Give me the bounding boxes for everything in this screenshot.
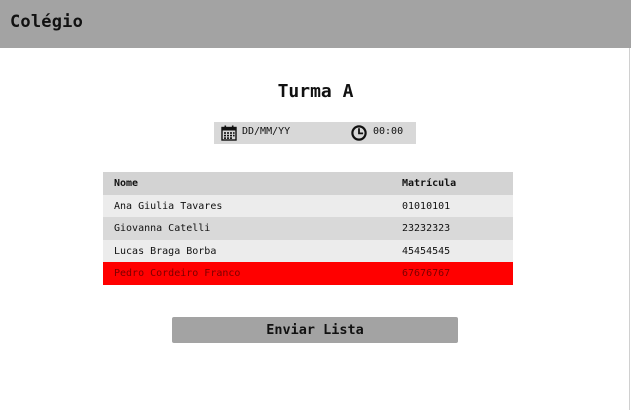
- send-list-button[interactable]: Enviar Lista: [172, 317, 458, 343]
- window-edge: [629, 48, 630, 410]
- column-header-matricula: Matrícula: [402, 178, 457, 189]
- table-row-highlighted[interactable]: Pedro Cordeiro Franco 67676767: [103, 262, 513, 285]
- column-header-nome: Nome: [114, 178, 139, 189]
- student-name: Ana Giulia Tavares: [114, 200, 223, 212]
- calendar-icon[interactable]: [221, 125, 237, 141]
- student-name: Pedro Cordeiro Franco: [114, 268, 241, 279]
- student-table: Nome Matrícula Ana Giulia Tavares 010101…: [103, 172, 513, 285]
- table-header-row: Nome Matrícula: [103, 172, 513, 195]
- table-row[interactable]: Ana Giulia Tavares 01010101: [103, 194, 513, 217]
- student-name: Lucas Braga Borba: [114, 245, 217, 257]
- clock-icon[interactable]: [351, 125, 367, 141]
- datetime-bar: DD/MM/YY 00:00: [214, 122, 416, 144]
- app-bar: Colégio: [0, 0, 631, 48]
- time-field[interactable]: 00:00: [373, 126, 403, 137]
- student-id: 45454545: [402, 245, 451, 257]
- app-title: Colégio: [10, 12, 84, 32]
- student-name: Giovanna Catelli: [114, 223, 211, 234]
- table-row[interactable]: Giovanna Catelli 23232323: [103, 217, 513, 240]
- table-row[interactable]: Lucas Braga Borba 45454545: [103, 239, 513, 262]
- student-id: 67676767: [402, 268, 451, 279]
- page-title: Turma A: [277, 81, 354, 102]
- student-id: 01010101: [402, 200, 451, 212]
- student-id: 23232323: [402, 223, 451, 234]
- date-field[interactable]: DD/MM/YY: [242, 126, 290, 137]
